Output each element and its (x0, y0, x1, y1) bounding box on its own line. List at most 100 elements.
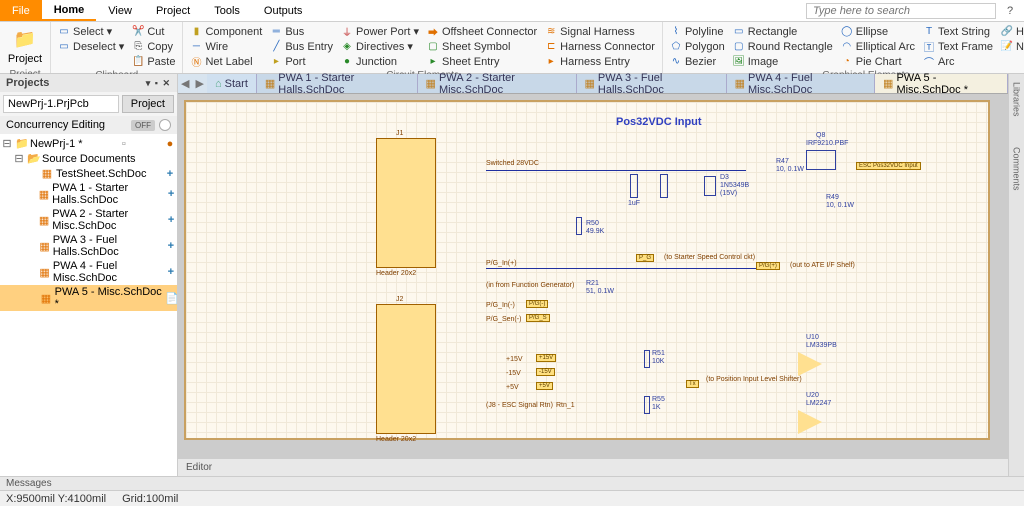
rail-comments[interactable]: Comments (1012, 147, 1022, 191)
sheetentry-button[interactable]: ▸Sheet Entry (424, 54, 540, 69)
schematic-canvas[interactable]: Pos32VDC Input J1 Header 20x2 J2 Header … (178, 94, 1008, 458)
sheetsymbol-button[interactable]: ▢Sheet Symbol (424, 39, 540, 54)
hyperlink-button[interactable]: 🔗Hyperlink (998, 24, 1024, 39)
rectangle-button[interactable]: ▭Rectangle (730, 24, 836, 39)
tree-doc-active[interactable]: ▦PWA 5 - Misc.SchDoc *📄 (0, 285, 177, 311)
polyline-button[interactable]: ⌇Polyline (667, 24, 728, 39)
note-icon: 📝 (1001, 41, 1013, 53)
editor-footer-tab[interactable]: Editor (178, 458, 1008, 476)
lbl-r55: R55 (652, 396, 665, 403)
tree-doc[interactable]: ▦PWA 2 - Starter Misc.SchDoc+ (0, 207, 177, 233)
comp-u20[interactable] (798, 410, 822, 434)
component-button[interactable]: ▮Component (187, 24, 265, 39)
comp-d3[interactable] (704, 176, 716, 196)
harnessentry-button[interactable]: ▸Harness Entry (542, 54, 658, 69)
port-pgsen[interactable]: P/G_S (526, 314, 550, 322)
messages-panel-header[interactable]: Messages (0, 476, 1024, 490)
home-icon: ⌂ (215, 78, 222, 90)
schdoc-icon: ▦ (39, 214, 49, 227)
lbl-r51v: 10K (652, 358, 664, 365)
junction-button[interactable]: ●Junction (338, 54, 422, 69)
copy-button[interactable]: ⎘Copy (129, 39, 178, 54)
tree-doc[interactable]: ▦PWA 4 - Fuel Misc.SchDoc+ (0, 259, 177, 285)
tree-doc[interactable]: ▦PWA 1 - Starter Halls.SchDoc+ (0, 181, 177, 207)
tab-doc[interactable]: ▦PWA 3 - Fuel Halls.SchDoc (577, 74, 727, 93)
deselect-button[interactable]: ▭Deselect ▾ (55, 39, 127, 54)
project-dropdown-button[interactable]: Project (122, 95, 174, 113)
elliparc-button[interactable]: ◠Elliptical Arc (838, 39, 918, 54)
port-pgin2[interactable]: P/G(-) (526, 300, 548, 308)
port-button[interactable]: ▸Port (267, 54, 336, 69)
image-icon: 🖼 (733, 56, 745, 68)
tab-doc[interactable]: ▦PWA 4 - Fuel Misc.SchDoc (727, 74, 875, 93)
comp-r51[interactable] (644, 350, 650, 368)
menu-project[interactable]: Project (144, 0, 202, 21)
comp-q8[interactable] (806, 150, 836, 170)
ellipse-button[interactable]: ◯Ellipse (838, 24, 918, 39)
menu-home[interactable]: Home (42, 0, 97, 21)
comp-r55[interactable] (644, 396, 650, 414)
concurrency-toggle[interactable] (159, 119, 171, 131)
harnessconn-button[interactable]: ⊏Harness Connector (542, 39, 658, 54)
menu-tools[interactable]: Tools (202, 0, 252, 21)
menu-view[interactable]: View (96, 0, 144, 21)
tab-doc-active[interactable]: ▦PWA 5 - Misc.SchDoc * (875, 74, 1008, 93)
port-minus15[interactable]: -15V (536, 368, 555, 376)
polygon-button[interactable]: ⬠Polygon (667, 39, 728, 54)
port-tx[interactable]: Tx (686, 380, 699, 388)
tab-start[interactable]: ⌂Start (207, 74, 257, 93)
port-plus15[interactable]: +15V (536, 354, 556, 362)
wire-button[interactable]: ─Wire (187, 39, 265, 54)
tab-doc[interactable]: ▦PWA 2 - Starter Misc.SchDoc (418, 74, 577, 93)
header-j1[interactable] (376, 138, 436, 268)
schematic-sheet[interactable]: Pos32VDC Input J1 Header 20x2 J2 Header … (184, 100, 990, 440)
tab-nav-left[interactable]: ◀ (178, 74, 193, 93)
powerport-button[interactable]: ⏚Power Port ▾ (338, 24, 422, 39)
help-icon[interactable]: ? (1000, 0, 1020, 21)
tab-nav-right[interactable]: ▶ (193, 74, 208, 93)
cut-button[interactable]: ✂️Cut (129, 24, 178, 39)
port-pgout[interactable]: P/G(+) (756, 262, 780, 270)
port-plus5[interactable]: +5V (536, 382, 553, 390)
projects-panel-header[interactable]: Projects ▾ ▪ ✕ (0, 74, 177, 92)
collapse-icon[interactable]: ⊟ (2, 137, 12, 150)
project-icon: 📁 (15, 137, 27, 150)
port-pg[interactable]: P_G (636, 254, 654, 262)
tree-root[interactable]: ⊟ 📁 NewPrj-1 * ▫ ● (0, 136, 177, 151)
rail-libraries[interactable]: Libraries (1012, 82, 1022, 117)
search-input[interactable] (806, 3, 996, 19)
textstring-button[interactable]: TText String (920, 24, 996, 39)
busentry-button[interactable]: ╱Bus Entry (267, 39, 336, 54)
image-button[interactable]: 🖼Image (730, 54, 836, 69)
bus-button[interactable]: ═Bus (267, 24, 336, 39)
tree-folder[interactable]: ⊟ 📂 Source Documents (0, 151, 177, 166)
header-j2[interactable] (376, 304, 436, 434)
bezier-button[interactable]: ∿Bezier (667, 54, 728, 69)
project-button[interactable]: 📁 Project (4, 24, 46, 68)
tab-doc[interactable]: ▦PWA 1 - Starter Halls.SchDoc (257, 74, 418, 93)
textframe-button[interactable]: 🅃Text Frame (920, 39, 996, 54)
offsheet-button[interactable]: ⮕Offsheet Connector (424, 24, 540, 39)
piechart-button[interactable]: ◔Pie Chart (838, 54, 918, 69)
panel-menu-icon[interactable]: ▾ ▪ ✕ (146, 78, 171, 89)
note-button[interactable]: 📝Note (998, 39, 1024, 54)
port-esc-pos32[interactable]: ESC Pos32VDC Input (856, 162, 921, 170)
project-file-input[interactable]: NewPrj-1.PrjPcb (3, 95, 119, 113)
tree-doc[interactable]: ▦PWA 3 - Fuel Halls.SchDoc+ (0, 233, 177, 259)
directives-button[interactable]: ◈Directives ▾ (338, 39, 422, 54)
select-button[interactable]: ▭Select ▾ (55, 24, 127, 39)
collapse-icon[interactable]: ⊟ (14, 152, 24, 165)
menu-file[interactable]: File (0, 0, 42, 21)
arc-button[interactable]: ⌒Arc (920, 54, 996, 69)
tree-doc[interactable]: ▦TestSheet.SchDoc+ (0, 166, 177, 181)
comp-c2[interactable] (660, 174, 668, 198)
netlabel-button[interactable]: ⓃNet Label (187, 54, 265, 69)
comp-u10[interactable] (798, 352, 822, 376)
comp-r50[interactable] (576, 217, 582, 235)
signalharness-button[interactable]: ≋Signal Harness (542, 24, 658, 39)
comp-c1[interactable] (630, 174, 638, 198)
menu-outputs[interactable]: Outputs (252, 0, 315, 21)
roundrect-button[interactable]: ▢Round Rectangle (730, 39, 836, 54)
project-file-row: NewPrj-1.PrjPcb Project (0, 92, 177, 116)
paste-button[interactable]: 📋Paste (129, 54, 178, 69)
